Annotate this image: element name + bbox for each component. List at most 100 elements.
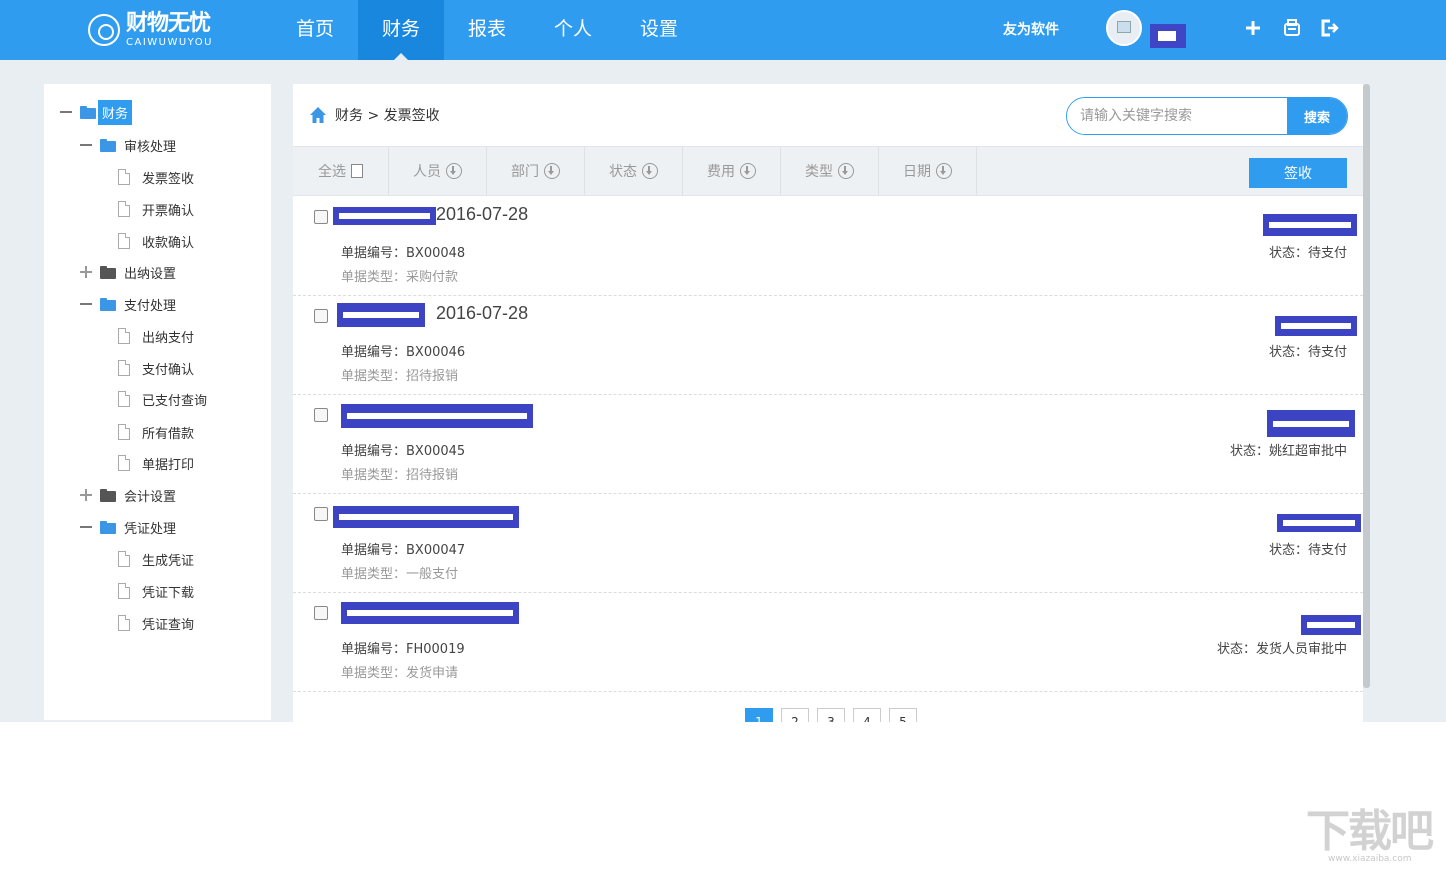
tree-group-payment[interactable]: 支付处理 — [80, 293, 176, 315]
sort-down-icon — [740, 163, 756, 179]
logout-icon[interactable] — [1318, 17, 1340, 39]
record-checkbox[interactable] — [314, 309, 328, 323]
file-icon — [118, 455, 130, 471]
plus-icon[interactable] — [1242, 17, 1264, 39]
tree-root-finance[interactable]: 财务 — [60, 99, 133, 125]
tree-group-voucher[interactable]: 凭证处理 — [80, 516, 176, 538]
page-button[interactable]: 5 — [889, 708, 917, 722]
list-item[interactable]: 单据编号：BX00045 单据类型：招待报销 状态：姚红超审批中 — [293, 395, 1363, 494]
tree-group-label: 支付处理 — [124, 298, 177, 314]
tree-item-generate-voucher[interactable]: 生成凭证 — [118, 548, 194, 570]
record-checkbox[interactable] — [314, 507, 328, 521]
tree-item-cashier-pay[interactable]: 出纳支付 — [118, 325, 194, 347]
tree-item-label: 支付确认 — [142, 362, 195, 378]
vertical-scrollbar[interactable] — [1363, 84, 1370, 688]
tree-item-paid-query[interactable]: 已支付查询 — [118, 388, 207, 410]
record-type: 单据类型：招待报销 — [341, 369, 459, 384]
collapse-icon[interactable] — [60, 106, 72, 118]
collapse-icon[interactable] — [80, 298, 92, 310]
record-status: 状态：待支付 — [1268, 345, 1347, 360]
tree-item-payment-confirm[interactable]: 收款确认 — [118, 230, 194, 252]
file-icon — [118, 169, 130, 185]
select-all-checkbox[interactable] — [351, 164, 363, 178]
page-button[interactable]: 1 — [745, 708, 773, 722]
page-button[interactable]: 2 — [781, 708, 809, 722]
list-item[interactable]: 2016-07-28 单据编号：BX00048 单据类型：采购付款 状态：待支付 — [293, 197, 1363, 296]
folder-icon — [100, 520, 116, 534]
tree-item-download-voucher[interactable]: 凭证下载 — [118, 580, 194, 602]
record-status: 状态：待支付 — [1268, 543, 1347, 558]
file-icon — [118, 551, 130, 567]
tree-group-label: 凭证处理 — [124, 521, 177, 537]
select-all[interactable]: 全选 — [293, 147, 389, 195]
record-checkbox[interactable] — [314, 606, 328, 620]
tree-item-invoice-confirm[interactable]: 开票确认 — [118, 198, 194, 220]
user-avatar[interactable] — [1106, 10, 1142, 46]
main-nav: 首页 财务 报表 个人 设置 — [272, 0, 702, 60]
filter-bar: 全选 人员 部门 状态 费用 类型 日期 签收 — [293, 146, 1363, 196]
record-number: 单据编号：BX00047 — [341, 543, 466, 558]
filter-person[interactable]: 人员 — [389, 147, 487, 195]
record-type: 单据类型：一般支付 — [341, 567, 459, 582]
expand-icon[interactable] — [80, 266, 92, 278]
tree-item-invoice-receipt[interactable]: 发票签收 — [118, 166, 194, 188]
list-item[interactable]: 2016-07-28 单据编号：BX00046 单据类型：招待报销 状态：待支付 — [293, 296, 1363, 395]
search-button[interactable]: 搜索 — [1287, 98, 1347, 134]
tree-item-label: 凭证查询 — [142, 617, 195, 633]
collapse-icon[interactable] — [80, 139, 92, 151]
tree-item-doc-print[interactable]: 单据打印 — [118, 452, 194, 474]
company-name[interactable]: 友为软件 — [1003, 19, 1059, 39]
nav-reports[interactable]: 报表 — [444, 0, 530, 60]
file-icon — [118, 615, 130, 631]
sidebar-tree: 财务 审核处理 发票签收 开票确认 收款确认 出纳设置 支付处理 出纳支付 支付… — [44, 84, 271, 720]
print-icon[interactable] — [1281, 17, 1303, 39]
list-item[interactable]: 单据编号：FH00019 单据类型：发货申请 状态：发货人员审批中 — [293, 593, 1363, 692]
tree-item-all-loans[interactable]: 所有借款 — [118, 421, 194, 443]
tree-item-label: 凭证下载 — [142, 585, 195, 601]
nav-finance[interactable]: 财务 — [358, 0, 444, 60]
username-redacted[interactable] — [1150, 24, 1186, 48]
tree-item-label: 开票确认 — [142, 203, 195, 219]
record-status: 状态：待支付 — [1268, 246, 1347, 261]
expand-icon[interactable] — [80, 489, 92, 501]
tree-item-label: 出纳支付 — [142, 330, 195, 346]
record-checkbox[interactable] — [314, 210, 328, 224]
tree-group-cashier-settings[interactable]: 出纳设置 — [80, 261, 176, 283]
record-type: 单据类型：发货申请 — [341, 666, 459, 681]
filter-cost[interactable]: 费用 — [683, 147, 781, 195]
nav-home[interactable]: 首页 — [272, 0, 358, 60]
filter-status[interactable]: 状态 — [585, 147, 683, 195]
record-number: 单据编号：BX00048 — [341, 246, 466, 261]
tree-item-pay-confirm[interactable]: 支付确认 — [118, 357, 194, 379]
sign-button[interactable]: 签收 — [1249, 158, 1347, 188]
list-item[interactable]: 单据编号：BX00047 单据类型：一般支付 状态：待支付 — [293, 494, 1363, 593]
nav-settings[interactable]: 设置 — [616, 0, 702, 60]
collapse-icon[interactable] — [80, 521, 92, 533]
filter-label: 人员 — [413, 164, 441, 180]
tree-item-query-voucher[interactable]: 凭证查询 — [118, 612, 194, 634]
filter-type[interactable]: 类型 — [781, 147, 879, 195]
logo-subtitle: CAIWUWUYOU — [126, 36, 213, 48]
filter-department[interactable]: 部门 — [487, 147, 585, 195]
record-checkbox[interactable] — [314, 408, 328, 422]
tree-group-audit[interactable]: 审核处理 — [80, 134, 176, 156]
record-status: 状态：姚红超审批中 — [1229, 444, 1347, 459]
breadcrumb-text: 财务 > 发票签收 — [335, 108, 440, 124]
redacted-amount — [1275, 316, 1357, 336]
sort-down-icon — [838, 163, 854, 179]
filter-label: 部门 — [511, 164, 539, 180]
redacted-amount — [1263, 214, 1357, 236]
app-logo[interactable]: 财物无忧 CAIWUWUYOU — [88, 8, 213, 52]
file-icon — [118, 328, 130, 344]
tree-group-accounting-settings[interactable]: 会计设置 — [80, 484, 176, 506]
page-button[interactable]: 4 — [853, 708, 881, 722]
page-button[interactable]: 3 — [817, 708, 845, 722]
search-input[interactable] — [1067, 98, 1287, 134]
record-number: 单据编号：BX00045 — [341, 444, 466, 459]
tree-item-label: 单据打印 — [142, 457, 195, 473]
nav-personal[interactable]: 个人 — [530, 0, 616, 60]
record-type: 单据类型：招待报销 — [341, 468, 459, 483]
filter-date[interactable]: 日期 — [879, 147, 977, 195]
redacted-title — [337, 303, 425, 327]
home-icon[interactable] — [309, 106, 327, 124]
